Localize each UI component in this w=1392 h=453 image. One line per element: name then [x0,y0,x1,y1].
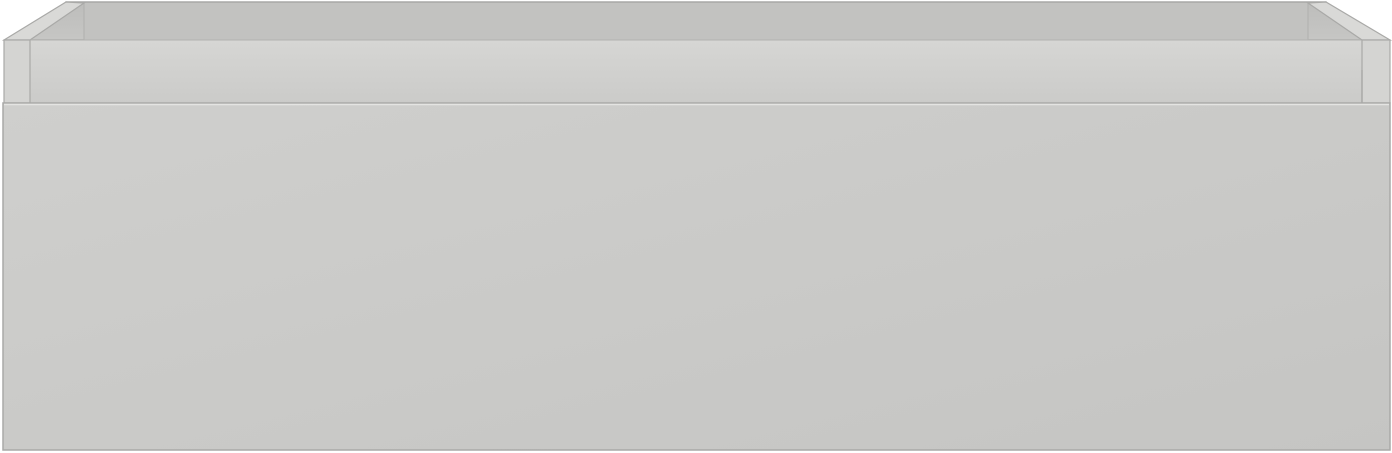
drawer-back-rim [84,3,1308,40]
drawer-svg [1,1,1392,451]
drawer-front-panel [2,102,1391,451]
drawer-inner-wall [29,39,1363,104]
drawer-illustration [0,0,1392,453]
drawer-left-side-edge [3,39,31,104]
drawer-right-side-edge [1361,39,1391,104]
